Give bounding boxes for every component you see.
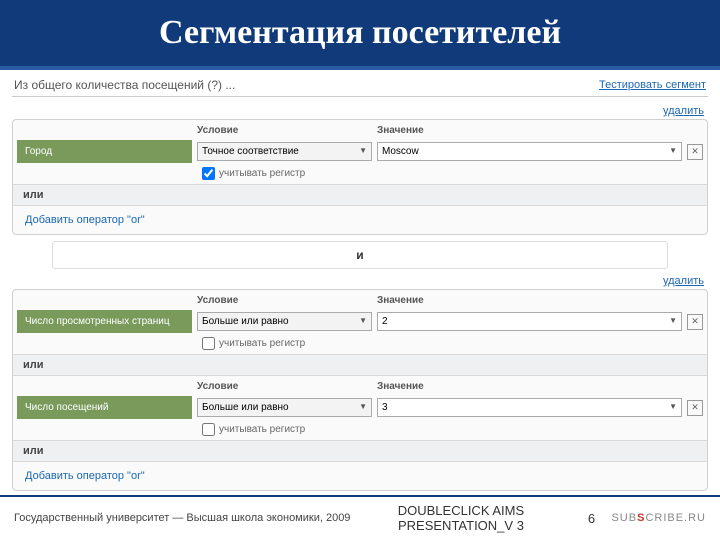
remove-rule-icon[interactable]: ✕: [687, 400, 703, 416]
remove-rule-icon[interactable]: ✕: [687, 314, 703, 330]
case-checkbox-visits[interactable]: [202, 423, 215, 436]
total-visits-label: Из общего количества посещений (?) ...: [14, 78, 235, 92]
value-header: Значение: [377, 125, 424, 136]
field-city[interactable]: Город: [17, 140, 192, 163]
value-header: Значение: [377, 381, 424, 392]
case-label: учитывать регистр: [219, 168, 305, 179]
operator-select-visits[interactable]: Больше или равно: [197, 398, 372, 417]
add-or-operator[interactable]: Добавить оператор "or": [17, 466, 703, 486]
case-label: учитывать регистр: [219, 424, 305, 435]
operator-select-pages[interactable]: Больше или равно: [197, 312, 372, 331]
operator-select-city[interactable]: Точное соответствие: [197, 142, 372, 161]
test-segment-link[interactable]: Тестировать сегмент: [599, 79, 706, 91]
case-checkbox-pages[interactable]: [202, 337, 215, 350]
value-input-pages[interactable]: 2: [377, 312, 682, 331]
delete-link[interactable]: удалить: [663, 275, 704, 287]
value-header: Значение: [377, 295, 424, 306]
subscribe-logo: SUBSCRIBE.RU: [611, 512, 706, 524]
case-checkbox-city[interactable]: [202, 167, 215, 180]
delete-link[interactable]: удалить: [663, 105, 704, 117]
field-pages[interactable]: Число просмотренных страниц: [17, 310, 192, 333]
value-input-city[interactable]: Moscow: [377, 142, 682, 161]
or-separator: или: [13, 440, 707, 462]
page-title: Сегментация посетителей: [159, 14, 561, 52]
condition-header: Условие: [197, 381, 238, 392]
footer-title-2: PRESENTATION_V 3: [350, 518, 571, 534]
and-separator: и: [52, 241, 668, 269]
remove-rule-icon[interactable]: ✕: [687, 144, 703, 160]
page-number: 6: [571, 511, 611, 526]
condition-header: Условие: [197, 125, 238, 136]
or-separator: или: [13, 354, 707, 376]
add-or-operator[interactable]: Добавить оператор "or": [17, 210, 703, 230]
value-input-visits[interactable]: 3: [377, 398, 682, 417]
case-label: учитывать регистр: [219, 338, 305, 349]
field-visits[interactable]: Число посещений: [17, 396, 192, 419]
footer-org: Государственный университет — Высшая шко…: [14, 512, 350, 524]
condition-header: Условие: [197, 295, 238, 306]
or-separator: или: [13, 184, 707, 206]
footer-title-1: DOUBLECLICK AIMS: [350, 503, 571, 519]
